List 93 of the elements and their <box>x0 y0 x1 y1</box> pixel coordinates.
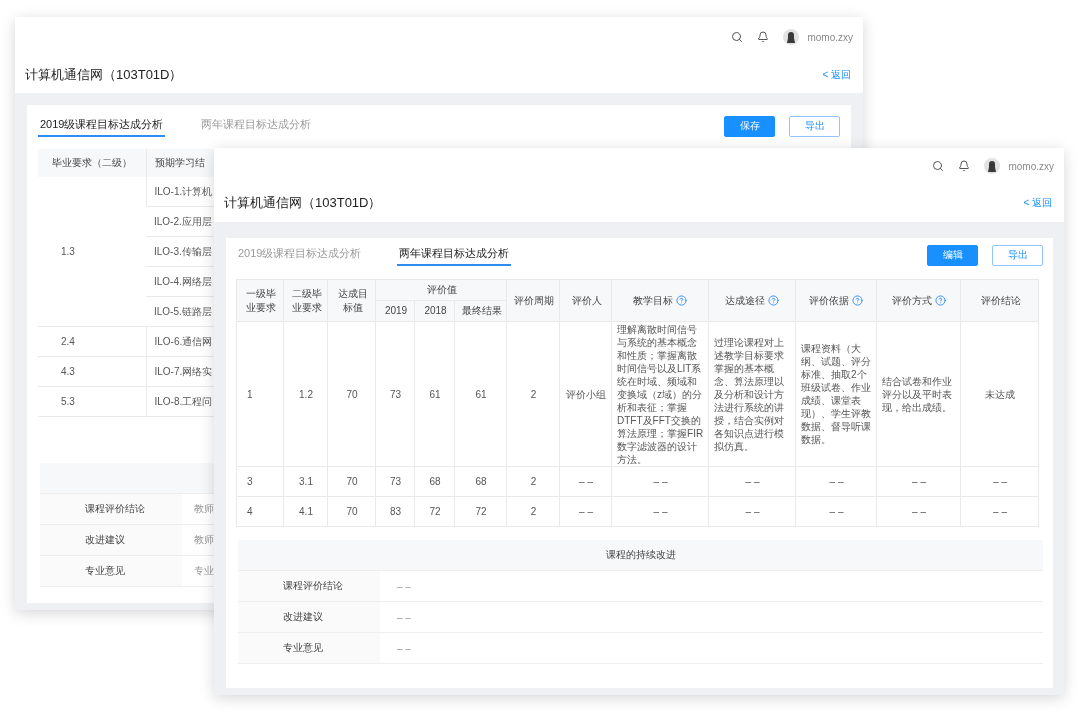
user-name: momo.zxy <box>1008 160 1054 172</box>
table-cell: 2 <box>506 496 560 527</box>
table-cell: 过理论课程对上述教学目标要求掌握的基本概念、算法原理以及分析和设计方法进行系统的讲授，结合实例对各知识点进行模拟仿真。 <box>708 321 796 467</box>
table-cell: 结合试卷和作业评分以及平时表现，给出成绩。 <box>876 321 961 467</box>
column-header: 评价周期 <box>506 279 560 322</box>
table-cell: – – <box>708 496 796 527</box>
column-header: 一级毕业要求 <box>236 279 284 322</box>
avatar-icon[interactable] <box>783 29 800 45</box>
table-cell: – – <box>795 466 877 497</box>
row-value: – – <box>396 610 412 625</box>
column-header: 评价人 <box>559 279 612 322</box>
header-label: 评价方式 <box>891 293 932 308</box>
table-cell: 课程资料（大纲、试题、评分标准、抽取2个班级试卷、作业成绩、课堂表现）、学生评教数据、督导听课数据。 <box>795 321 877 467</box>
primary-button[interactable]: 保存 <box>724 115 775 137</box>
table-cell: 4 <box>236 496 284 527</box>
row-label: 改进建议 <box>40 525 182 555</box>
table-cell: 4.1 <box>283 496 328 527</box>
table-cell: 1.3 <box>38 177 146 327</box>
table-cell: 72 <box>414 496 455 527</box>
table-cell: 未达成 <box>960 321 1039 467</box>
row-label: 专业意见 <box>40 556 182 586</box>
back-link[interactable]: < 返回 <box>822 68 851 82</box>
back-link[interactable]: < 返回 <box>1023 196 1052 210</box>
row-value: – – <box>396 579 412 594</box>
table-cell: – – <box>559 496 612 527</box>
bell-icon[interactable] <box>757 31 770 43</box>
page-title: 计算机通信网（103T01D） <box>224 194 382 212</box>
column-header: 预期学习结 <box>146 149 214 177</box>
table-cell: – – <box>611 466 709 497</box>
bell-icon[interactable] <box>958 160 971 172</box>
row-value: 教师 <box>193 502 215 516</box>
user-name: momo.zxy <box>807 31 853 43</box>
table-cell: 评价小组 <box>559 321 612 467</box>
help-icon[interactable] <box>934 295 946 306</box>
table-cell: 83 <box>375 496 415 527</box>
table-cell: 72 <box>454 496 507 527</box>
table-cell: 1 <box>236 321 284 467</box>
export-button[interactable]: 导出 <box>992 244 1043 266</box>
table-cell: 61 <box>414 321 455 467</box>
table-cell: – – <box>611 496 709 527</box>
table-cell: 70 <box>327 321 376 467</box>
table-cell: 3 <box>236 466 284 497</box>
table-cell: 2 <box>506 321 560 467</box>
export-button[interactable]: 导出 <box>789 115 840 137</box>
table-cell: 2.4 <box>38 326 146 357</box>
row-label: 改进建议 <box>238 602 380 632</box>
table-cell: 5.3 <box>38 386 146 417</box>
row-value: 专业 <box>193 564 215 578</box>
header-label: 教学目标 <box>633 293 674 308</box>
table-cell: 61 <box>454 321 507 467</box>
tab[interactable]: 2019级课程目标达成分析 <box>236 244 364 266</box>
column-header: 毕业要求（二级） <box>38 149 146 177</box>
search-icon[interactable] <box>731 31 744 43</box>
table-cell: – – <box>960 496 1039 527</box>
column-header: 评价结论 <box>960 279 1039 322</box>
row-label: 课程评价结论 <box>40 494 182 524</box>
header-label: 评价依据 <box>809 293 850 308</box>
table-cell: – – <box>876 466 961 497</box>
primary-button[interactable]: 编辑 <box>927 244 978 266</box>
table-cell: 理解离散时间信号与系统的基本概念和性质；掌握离散时间信号以及LIT系统在时域、频域和变换域（z域）的分析和表征；掌握DTFT及FFT交换的算法原理；掌握FIR数字滤波器的设计方法。 <box>611 321 709 467</box>
table-cell: 1.2 <box>283 321 328 467</box>
tab[interactable]: 两年课程目标达成分析 <box>199 115 314 137</box>
search-icon[interactable] <box>932 160 945 172</box>
table-cell: 73 <box>375 321 415 467</box>
avatar-icon[interactable] <box>984 158 1001 174</box>
row-label: 课程评价结论 <box>238 571 380 601</box>
help-icon[interactable] <box>676 295 688 306</box>
column-header: 评价值 <box>375 279 507 301</box>
table-cell: – – <box>960 466 1039 497</box>
table-cell: 3.1 <box>283 466 328 497</box>
column-header: 达成目标值 <box>327 279 376 322</box>
table-cell: – – <box>795 496 877 527</box>
page-title: 计算机通信网（103T01D） <box>25 66 183 84</box>
table-cell: 73 <box>375 466 415 497</box>
table-cell: – – <box>708 466 796 497</box>
column-header: 二级毕业要求 <box>283 279 328 322</box>
table-cell: – – <box>876 496 961 527</box>
table-cell: 70 <box>327 466 376 497</box>
section-title: 课程的持续改进 <box>605 548 676 562</box>
row-label: 专业意见 <box>238 633 380 663</box>
row-value: 教师 <box>193 533 215 547</box>
table-cell: 4.3 <box>38 356 146 387</box>
tab[interactable]: 两年课程目标达成分析 <box>397 244 512 266</box>
table-cell: 68 <box>454 466 507 497</box>
table-cell: 70 <box>327 496 376 527</box>
help-icon[interactable] <box>768 295 780 306</box>
table-cell: 2 <box>506 466 560 497</box>
tab[interactable]: 2019级课程目标达成分析 <box>38 115 166 137</box>
row-value: – – <box>396 641 412 656</box>
header-label: 达成途径 <box>725 293 766 308</box>
table-cell: – – <box>559 466 612 497</box>
help-icon[interactable] <box>852 295 864 306</box>
table-cell: 68 <box>414 466 455 497</box>
